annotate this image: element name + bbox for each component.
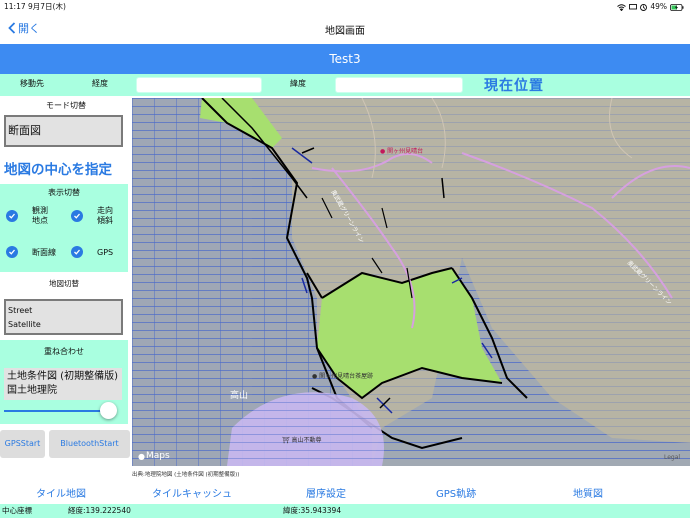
project-banner: Test3 bbox=[0, 44, 690, 74]
display-toggle-header: 表示切替 bbox=[48, 188, 80, 197]
map-label-peak: 高山 bbox=[230, 391, 249, 401]
map-legal-link[interactable]: Legal bbox=[664, 454, 680, 461]
tab-tile-map[interactable]: タイル地図 bbox=[36, 485, 86, 500]
toggle-gps[interactable]: GPS bbox=[71, 246, 113, 258]
toggle-label: GPS bbox=[97, 247, 114, 257]
map-switch-header: 地図切替 bbox=[49, 279, 79, 288]
screen-mirror-icon bbox=[629, 3, 638, 9]
battery-charging-icon bbox=[670, 3, 684, 11]
tab-geology-map[interactable]: 地質図 bbox=[573, 485, 603, 500]
current-location-button[interactable]: 現在位置 bbox=[484, 75, 544, 95]
bottom-tab-bar: タイル地図 タイルキャッシュ 層序設定 GPS軌跡 地質図 bbox=[0, 480, 690, 504]
location-lock-icon bbox=[640, 3, 648, 11]
status-date: 9月7日(木) bbox=[28, 2, 66, 11]
tab-tile-cache[interactable]: タイルキャッシュ bbox=[152, 485, 232, 500]
set-map-center-button[interactable]: 地図の中心を指定 bbox=[4, 158, 112, 178]
poi-icon: ● bbox=[380, 148, 386, 155]
tab-stratigraphy[interactable]: 層序設定 bbox=[306, 485, 346, 500]
map-label-temple: ⛩ 高山不動尊 bbox=[282, 437, 322, 444]
toggle-label: 走向 傾斜 bbox=[97, 206, 113, 225]
checkmark-icon bbox=[6, 210, 18, 222]
map-view[interactable]: ● 関ヶ州見晴台 ● 関ヶ州見晴台茶屋跡 ⛩ 高山不動尊 高山 奥武蔵グリーンラ… bbox=[132, 98, 690, 466]
center-coords-label: 中心座標 bbox=[2, 506, 32, 515]
toggle-observation-points[interactable]: 観測 地点 bbox=[6, 206, 48, 226]
overlay-header: 重ね合わせ bbox=[44, 347, 84, 356]
checkmark-icon bbox=[71, 246, 83, 258]
checkmark-icon bbox=[6, 246, 18, 258]
toggle-strike-dip[interactable]: 走向 傾斜 bbox=[71, 206, 113, 226]
status-time: 11:17 bbox=[4, 2, 26, 11]
opacity-slider-thumb[interactable] bbox=[100, 402, 117, 419]
poi-icon: ● bbox=[312, 373, 318, 380]
map-label-observatory: ● 関ヶ州見晴台 bbox=[380, 148, 424, 155]
sidebar: モード切替 断面図 地図の中心を指定 表示切替 観測 地点 走向 傾斜 断面線 … bbox=[0, 96, 132, 464]
map-option-satellite[interactable]: Satellite bbox=[6, 315, 121, 329]
display-toggle-panel: 表示切替 観測 地点 走向 傾斜 断面線 GPS bbox=[0, 184, 128, 272]
center-longitude: 経度:139.222540 bbox=[68, 506, 131, 515]
toggle-label: 観測 地点 bbox=[32, 206, 48, 225]
map-option-street[interactable]: Street bbox=[6, 301, 121, 315]
status-bar: 11:17 9月7日(木) 49% bbox=[0, 0, 690, 14]
wifi-icon bbox=[617, 3, 627, 11]
latitude-input[interactable] bbox=[335, 77, 463, 93]
overlay-select[interactable]: 土地条件図 (初期整備版) 国土地理院 bbox=[4, 368, 122, 400]
toggle-section-lines[interactable]: 断面線 bbox=[6, 246, 56, 258]
coordinate-bar: 移動先 経度 緯度 現在位置 bbox=[0, 74, 690, 96]
toggle-label: 断面線 bbox=[32, 247, 56, 257]
gps-start-button[interactable]: GPSStart bbox=[0, 430, 45, 458]
battery-percent: 49% bbox=[650, 2, 667, 11]
map-type-picker[interactable]: Street Satellite bbox=[4, 299, 123, 335]
checkmark-icon bbox=[71, 210, 83, 222]
longitude-input[interactable] bbox=[136, 77, 262, 93]
mode-switch-header: モード切替 bbox=[46, 101, 86, 110]
navigation-bar: 開く 地図画面 bbox=[0, 14, 690, 44]
footer-coordinates: 中心座標 経度:139.222540 緯度:35.943394 bbox=[0, 504, 690, 518]
apple-maps-attribution: ● Maps bbox=[138, 451, 170, 461]
apple-logo-icon: ● bbox=[138, 451, 145, 461]
map-label-teahouse: ● 関ヶ州見晴台茶屋跡 bbox=[312, 373, 374, 380]
bluetooth-start-button[interactable]: BluetoothStart bbox=[49, 430, 130, 458]
center-latitude: 緯度:35.943394 bbox=[283, 506, 342, 515]
temple-icon: ⛩ bbox=[282, 437, 290, 444]
map-source: 出典:地理院地図 (土地条件図 (初期整備版)) bbox=[132, 472, 240, 478]
page-title: 地図画面 bbox=[325, 26, 365, 37]
destination-label: 移動先 bbox=[20, 79, 44, 88]
mode-select[interactable]: 断面図 bbox=[4, 115, 123, 147]
latitude-label: 緯度 bbox=[290, 79, 306, 88]
tab-gps-track[interactable]: GPS軌跡 bbox=[436, 485, 476, 500]
longitude-label: 経度 bbox=[92, 79, 108, 88]
overlay-panel: 重ね合わせ 土地条件図 (初期整備版) 国土地理院 bbox=[0, 340, 128, 424]
